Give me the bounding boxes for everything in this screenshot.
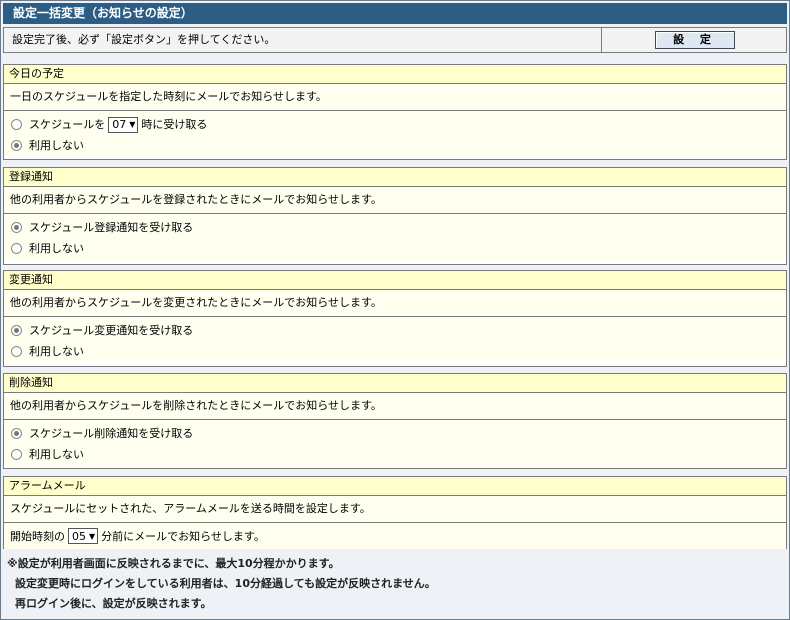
section-registration-notice: 登録通知 他の利用者からスケジュールを登録されたときにメールでお知らせします。 …	[3, 167, 787, 265]
option-label: スケジュール登録通知を受け取る	[29, 221, 194, 234]
option-label: 利用しない	[29, 242, 84, 255]
section-header: アラームメール	[4, 477, 786, 496]
option-receive-at-time: スケジュールを 07 ▼ 時に受け取る	[4, 114, 786, 135]
option-receive: スケジュール登録通知を受け取る	[4, 217, 786, 238]
option-label: スケジュール変更通知を受け取る	[29, 324, 194, 337]
section-deletion-notice: 削除通知 他の利用者からスケジュールを削除されたときにメールでお知らせします。 …	[3, 373, 787, 469]
section-description: 他の利用者からスケジュールを削除されたときにメールでお知らせします。	[4, 393, 786, 420]
note-line: 再ログイン後に、設定が反映されます。	[15, 597, 212, 610]
section-header: 変更通知	[4, 271, 786, 290]
not-use-radio[interactable]	[11, 243, 22, 254]
option-label: スケジュール削除通知を受け取る	[29, 427, 194, 440]
note-line: ※設定が利用者画面に反映されるまでに、最大10分程かかります。	[7, 557, 340, 570]
receive-radio[interactable]	[11, 325, 22, 336]
alarm-suffix: 分前にメールでお知らせします。	[101, 529, 265, 543]
option-group: スケジュールを 07 ▼ 時に受け取る 利用しない	[4, 111, 786, 156]
option-not-use: 利用しない	[4, 238, 786, 259]
option-receive: スケジュール変更通知を受け取る	[4, 320, 786, 341]
section-today-schedule: 今日の予定 一日のスケジュールを指定した時刻にメールでお知らせします。 スケジュ…	[3, 64, 787, 160]
receive-radio[interactable]	[11, 428, 22, 439]
option-label: 利用しない	[29, 345, 84, 358]
section-description: スケジュールにセットされた、アラームメールを送る時間を設定します。	[4, 496, 786, 523]
section-header: 今日の予定	[4, 65, 786, 84]
settings-window: 設定一括変更（お知らせの設定） 設定完了後、必ず「設定ボタン」を押してください。…	[0, 0, 790, 620]
option-label: 利用しない	[29, 448, 84, 461]
section-alarm-mail: アラームメール スケジュールにセットされた、アラームメールを送る時間を設定します…	[3, 476, 787, 549]
minutes-select[interactable]: 05 ▼	[68, 528, 99, 544]
hour-select-value: 07	[112, 118, 127, 131]
not-use-radio[interactable]	[11, 140, 22, 151]
set-button[interactable]: 設 定	[655, 31, 735, 49]
action-bar: 設定完了後、必ず「設定ボタン」を押してください。 設 定	[3, 27, 787, 53]
receive-radio[interactable]	[11, 222, 22, 233]
button-cell: 設 定	[601, 28, 786, 52]
option-group: スケジュール登録通知を受け取る 利用しない	[4, 214, 786, 259]
footer-notes: ※設定が利用者画面に反映されるまでに、最大10分程かかります。 設定変更時にログ…	[7, 554, 436, 614]
section-change-notice: 変更通知 他の利用者からスケジュールを変更されたときにメールでお知らせします。 …	[3, 270, 787, 367]
chevron-down-icon: ▼	[129, 120, 136, 129]
section-description: 一日のスケジュールを指定した時刻にメールでお知らせします。	[4, 84, 786, 111]
section-description: 他の利用者からスケジュールを登録されたときにメールでお知らせします。	[4, 187, 786, 214]
option-group: スケジュール変更通知を受け取る 利用しない	[4, 317, 786, 362]
option-receive: スケジュール削除通知を受け取る	[4, 423, 786, 444]
option-not-use: 利用しない	[4, 135, 786, 156]
option-group: スケジュール削除通知を受け取る 利用しない	[4, 420, 786, 465]
not-use-radio[interactable]	[11, 346, 22, 357]
window-title: 設定一括変更（お知らせの設定）	[3, 3, 787, 24]
option-label: 利用しない	[29, 139, 84, 152]
not-use-radio[interactable]	[11, 449, 22, 460]
note-line: 設定変更時にログインをしている利用者は、10分経過しても設定が反映されません。	[15, 577, 436, 590]
chevron-down-icon: ▼	[89, 531, 96, 541]
minutes-select-value: 05	[72, 529, 86, 543]
section-header: 削除通知	[4, 374, 786, 393]
receive-radio[interactable]	[11, 119, 22, 130]
option-label: スケジュールを	[29, 118, 106, 131]
instruction-text: 設定完了後、必ず「設定ボタン」を押してください。	[12, 33, 276, 46]
option-not-use: 利用しない	[4, 341, 786, 362]
alarm-prefix: 開始時刻の	[10, 529, 65, 543]
section-header: 登録通知	[4, 168, 786, 187]
hour-select[interactable]: 07 ▼	[108, 116, 139, 133]
section-description: 他の利用者からスケジュールを変更されたときにメールでお知らせします。	[4, 290, 786, 317]
option-not-use: 利用しない	[4, 444, 786, 465]
alarm-setting-row: 開始時刻の 05 ▼ 分前にメールでお知らせします。	[4, 523, 786, 549]
option-label: 時に受け取る	[141, 118, 208, 131]
